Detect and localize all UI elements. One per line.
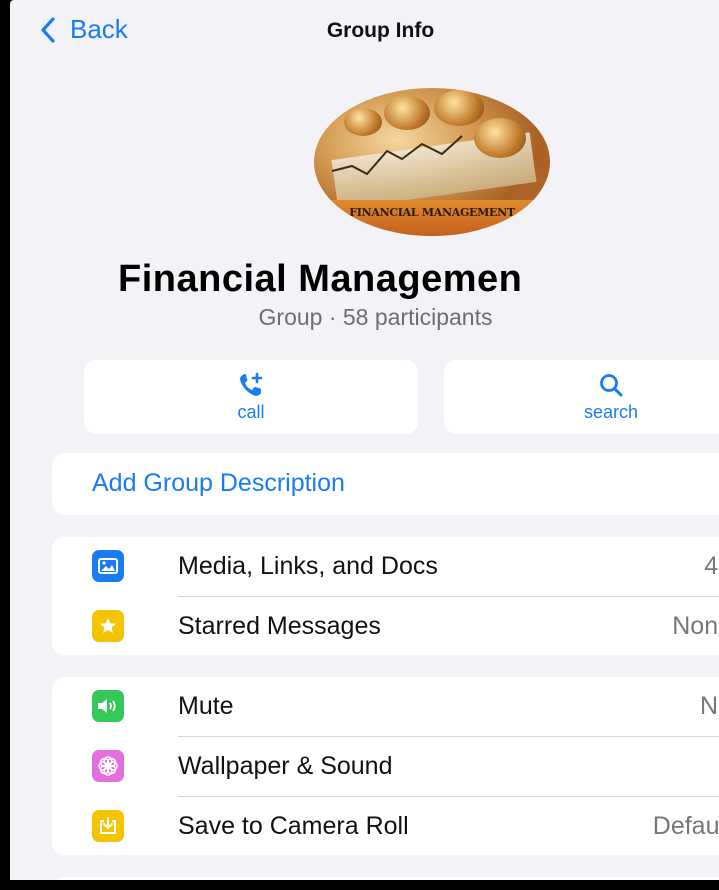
description-card: Add Group Description (52, 453, 719, 515)
mute-value: No (700, 692, 719, 720)
navigation-bar: Back Group Info (10, 0, 719, 64)
media-links-docs-label: Media, Links, and Docs (178, 552, 438, 580)
avatar-coin (474, 118, 526, 158)
flower-icon (92, 750, 124, 782)
starred-messages-value: None (672, 612, 719, 640)
mute-row[interactable]: Mute No (52, 677, 719, 735)
media-links-docs-row[interactable]: Media, Links, and Docs 40 (52, 537, 719, 595)
avatar-coin (434, 90, 484, 126)
avatar-title-text: FINANCIAL MANAGEMENT (349, 206, 515, 219)
next-section (52, 877, 719, 880)
speaker-icon (92, 690, 124, 722)
settings-section: Mute No Wallpaper & Sound (52, 677, 719, 855)
save-to-camera-roll-value: Default (652, 812, 719, 840)
avatar-coin (344, 108, 382, 136)
wallpaper-sound-label: Wallpaper & Sound (178, 752, 393, 780)
mute-label: Mute (178, 692, 234, 720)
avatar-coin (384, 96, 430, 130)
media-count: 40 (704, 552, 719, 580)
save-to-camera-roll-row[interactable]: Save to Camera Roll Default (52, 797, 719, 855)
call-label: call (237, 402, 265, 422)
group-avatar[interactable]: FINANCIAL MANAGEMENT (314, 88, 550, 236)
search-button[interactable]: search (444, 360, 719, 434)
starred-messages-label: Starred Messages (178, 612, 381, 640)
group-info-screen: Back Group Info FINANCIAL MANAGEMENT Fin… (10, 0, 719, 880)
add-group-description-link[interactable]: Add Group Description (92, 469, 345, 498)
phone-plus-icon (240, 372, 263, 396)
media-section: Media, Links, and Docs 40 Starred Messag… (52, 537, 719, 655)
wallpaper-sound-row[interactable]: Wallpaper & Sound (52, 737, 719, 795)
save-to-camera-roll-label: Save to Camera Roll (178, 812, 409, 840)
search-icon (600, 374, 623, 397)
call-button[interactable]: call (84, 360, 418, 434)
group-name: Financial Managemen (118, 258, 523, 300)
group-subtitle: Group · 58 participants (258, 304, 493, 330)
page-title: Group Info (326, 19, 435, 42)
search-label: search (583, 402, 639, 422)
photo-icon (92, 550, 124, 582)
star-icon (92, 610, 124, 642)
starred-messages-row[interactable]: Starred Messages None (52, 597, 719, 655)
download-icon (92, 810, 124, 842)
